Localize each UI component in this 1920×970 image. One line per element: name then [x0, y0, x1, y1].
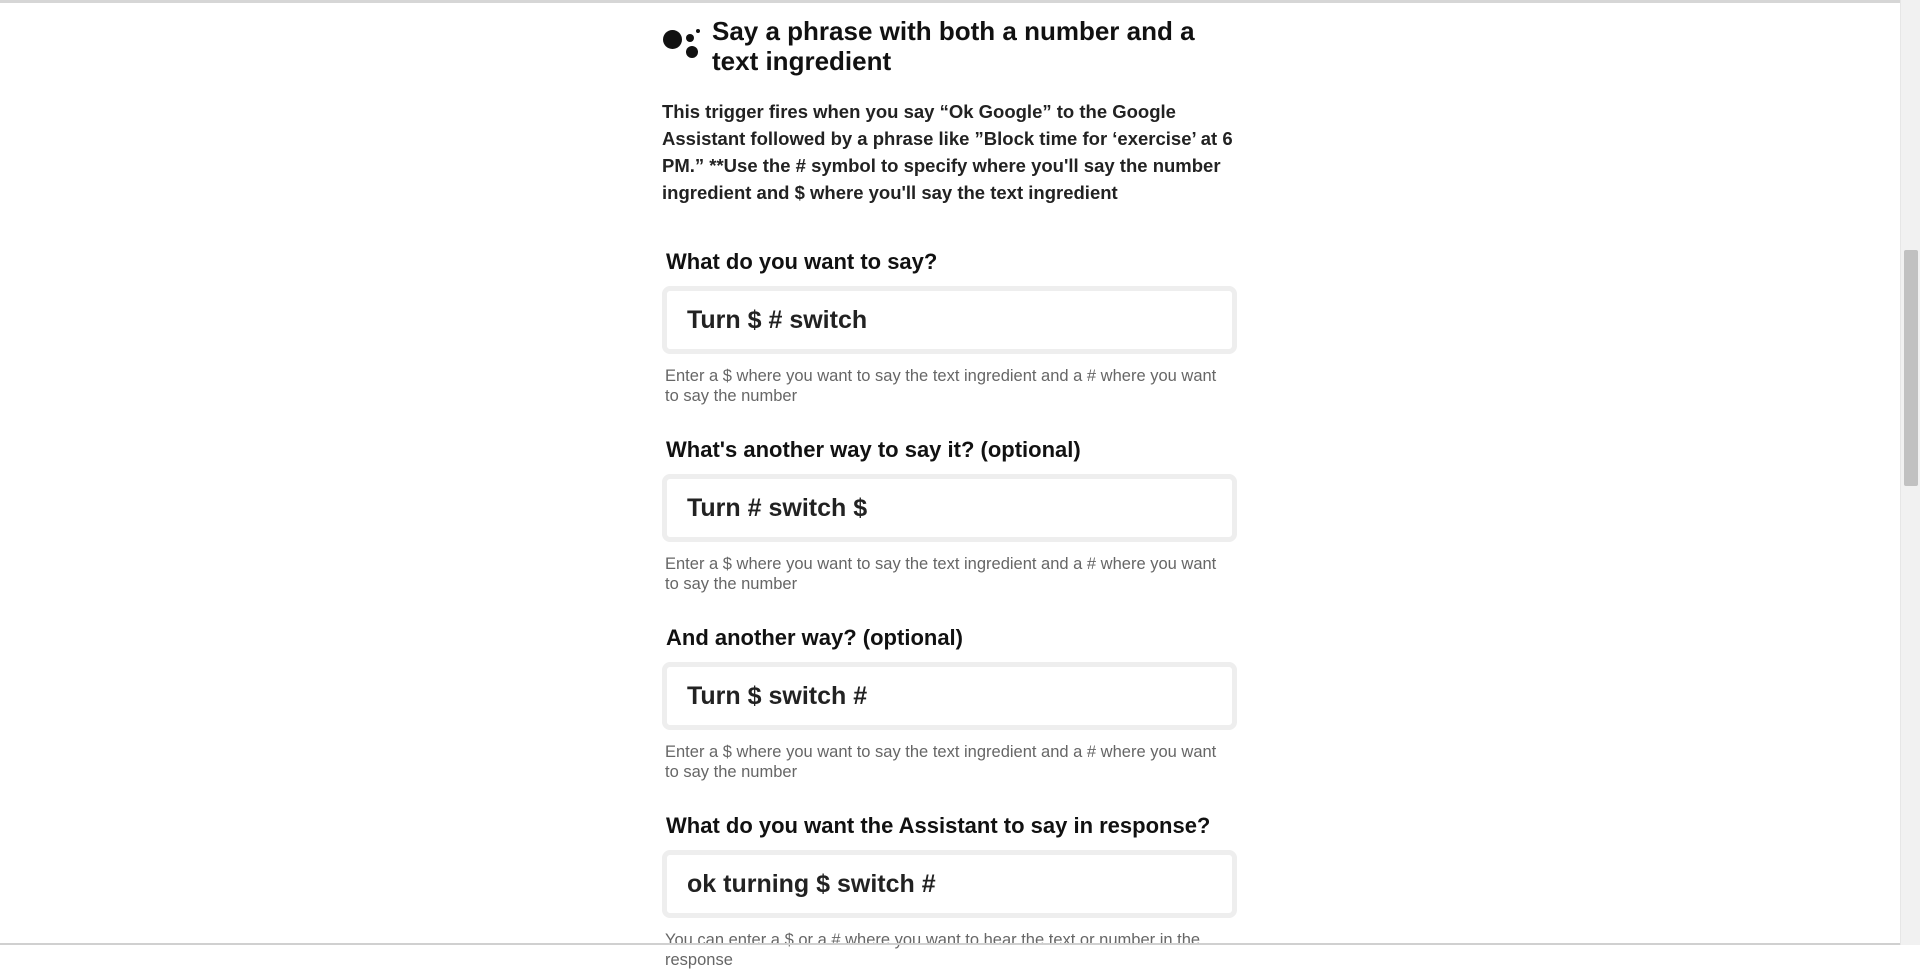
phrase-alt-2-input[interactable]	[662, 662, 1237, 730]
field-phrase-label: What do you want to say?	[666, 249, 937, 274]
google-assistant-icon	[662, 26, 702, 74]
trigger-title: Say a phrase with both a number and a te…	[712, 16, 1238, 76]
field-phrase-alt-1-help: Enter a $ where you want to say the text…	[665, 554, 1225, 594]
field-phrase-alt-1: What's another way to say it? (optional)…	[662, 436, 1238, 594]
vertical-scrollbar[interactable]	[1900, 0, 1920, 945]
field-response: What do you want the Assistant to say in…	[662, 812, 1238, 970]
scrollbar-thumb[interactable]	[1904, 250, 1918, 486]
field-response-help: You can enter a $ or a # where you want …	[665, 930, 1225, 970]
trigger-description: This trigger fires when you say “Ok Goog…	[662, 98, 1238, 206]
field-response-label: What do you want the Assistant to say in…	[666, 813, 1210, 838]
field-phrase-alt-2: And another way? (optional) Enter a $ wh…	[662, 624, 1238, 782]
field-phrase-alt-1-label: What's another way to say it? (optional)	[666, 437, 1081, 462]
response-input[interactable]	[662, 850, 1237, 918]
top-divider	[0, 0, 1900, 3]
trigger-header: Say a phrase with both a number and a te…	[662, 16, 1238, 76]
field-phrase-alt-2-help: Enter a $ where you want to say the text…	[665, 742, 1225, 782]
field-phrase: What do you want to say? Enter a $ where…	[662, 248, 1238, 406]
field-phrase-alt-2-label: And another way? (optional)	[666, 625, 963, 650]
field-phrase-help: Enter a $ where you want to say the text…	[665, 366, 1225, 406]
phrase-input[interactable]	[662, 286, 1237, 354]
applet-config-form: Say a phrase with both a number and a te…	[662, 16, 1238, 970]
phrase-alt-1-input[interactable]	[662, 474, 1237, 542]
